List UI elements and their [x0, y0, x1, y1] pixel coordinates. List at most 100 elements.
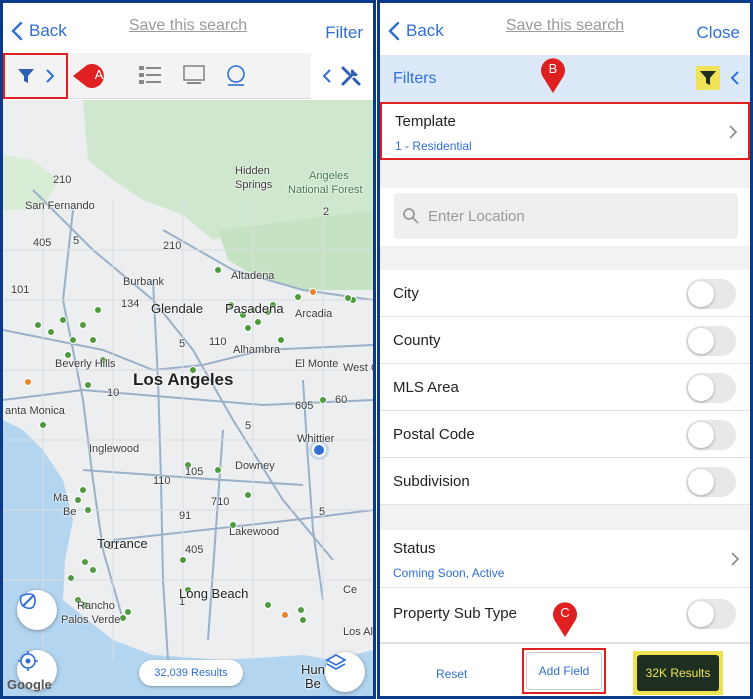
map-place-label: Palos Verde — [61, 614, 121, 626]
map-screen: Back Save this search Filter A 210 405 5… — [0, 0, 376, 699]
route-shield: 405 — [185, 544, 204, 556]
county-toggle[interactable] — [686, 326, 736, 356]
map-place-label: Torrance — [97, 536, 148, 551]
route-shield: 60 — [335, 394, 348, 406]
map-place-label: Lakewood — [229, 526, 280, 538]
map-pin-view-icon[interactable] — [225, 65, 247, 87]
map-place-label: Springs — [235, 179, 273, 191]
gallery-view-icon[interactable] — [183, 65, 205, 85]
search-icon — [403, 208, 419, 224]
subdivision-toggle[interactable] — [686, 467, 736, 497]
route-shield: 110 — [153, 475, 171, 487]
location-input[interactable] — [428, 207, 728, 225]
route-shield: 5 — [319, 506, 326, 518]
draw-shape-icon — [19, 593, 36, 610]
chevron-right-icon — [729, 125, 738, 139]
map-place-label: anta Monica — [5, 405, 65, 417]
reset-button[interactable]: Reset — [436, 667, 467, 681]
map-layers-button[interactable] — [325, 652, 365, 692]
toggle-row-county: County — [380, 317, 750, 364]
map-place-label: Long Beach — [179, 586, 249, 601]
route-shield: 605 — [295, 400, 314, 412]
filter-button[interactable]: Filter — [325, 23, 363, 43]
toggle-label: MLS Area — [393, 379, 459, 396]
funnel-icon — [17, 69, 34, 83]
toggle-label: Property Sub Type — [393, 605, 517, 622]
toggle-row-subdivision: Subdivision — [380, 458, 750, 505]
status-row[interactable]: Status Coming Soon, Active — [380, 530, 750, 588]
map-place-label: Alhambra — [233, 344, 281, 356]
property-sub-type-toggle[interactable] — [686, 599, 736, 629]
map-place-label: Ce — [343, 584, 358, 596]
map-place-label: West C — [343, 362, 373, 374]
route-shield: 5 — [73, 235, 80, 247]
layers-icon — [325, 654, 347, 670]
results-count-pill[interactable]: 32,039 Results — [139, 660, 243, 686]
route-shield: 2 — [323, 206, 330, 218]
map-place-label: Beverly Hills — [55, 358, 116, 370]
back-button[interactable]: Back — [388, 21, 444, 41]
crosshair-icon — [18, 651, 38, 671]
route-shield: 134 — [121, 298, 140, 310]
map-place-label: Inglewood — [89, 443, 140, 455]
map-place-label: Rancho — [77, 600, 115, 612]
status-value: Coming Soon, Active — [393, 566, 505, 580]
map-place-label: Downey — [235, 460, 275, 472]
route-shield: 101 — [11, 284, 30, 296]
map-place-label: National Forest — [288, 184, 363, 196]
back-button[interactable]: Back — [11, 21, 67, 41]
add-field-button[interactable]: Add Field — [525, 652, 603, 690]
template-row[interactable]: Template 1 - Residential — [380, 102, 750, 160]
template-value: 1 - Residential — [395, 139, 472, 153]
toggle-row-mls-area: MLS Area — [380, 364, 750, 411]
map-place-label: Los Angeles — [133, 370, 234, 389]
filters-header: Back Save this search Close — [380, 3, 750, 53]
map-toolbar: A — [3, 53, 373, 99]
map-place-label: Altadena — [231, 270, 275, 282]
location-search[interactable] — [394, 193, 738, 239]
map-place-label: Los Al — [343, 626, 373, 638]
postal-code-toggle[interactable] — [686, 420, 736, 450]
filters-footer: Reset Add Field 32K Results — [380, 643, 750, 696]
map-place-label: Burbank — [123, 276, 164, 288]
map-place-label: Angeles — [309, 170, 349, 182]
back-label: Back — [406, 21, 444, 40]
route-shield: 105 — [185, 466, 204, 478]
list-view-icon[interactable] — [139, 65, 161, 85]
filters-title: Filters — [393, 70, 437, 87]
map-place-label: Ma — [53, 492, 69, 504]
route-shield: 405 — [33, 237, 52, 249]
chevron-left-icon[interactable] — [730, 70, 740, 86]
view-results-button[interactable]: 32K Results — [637, 655, 719, 691]
results-highlight: 32K Results — [633, 651, 723, 695]
filter-toggle-button[interactable] — [3, 53, 68, 99]
section-gap — [380, 160, 750, 188]
toggle-label: County — [393, 332, 441, 349]
route-shield: 110 — [209, 336, 227, 348]
chevron-right-icon — [45, 69, 54, 83]
close-button[interactable]: Close — [697, 23, 740, 43]
city-toggle[interactable] — [686, 279, 736, 309]
route-shield: 10 — [107, 387, 120, 399]
route-shield: 5 — [179, 338, 186, 350]
mls-area-toggle[interactable] — [686, 373, 736, 403]
map-view[interactable]: 210 405 5 210 2 134 101 110 5 10 605 60 … — [3, 100, 373, 696]
toggle-row-city: City — [380, 270, 750, 317]
toggle-row-postal-code: Postal Code — [380, 411, 750, 458]
map-place-label: El Monte — [295, 358, 339, 370]
annotation-marker-c: C — [552, 599, 578, 639]
route-shield: 210 — [163, 240, 182, 252]
back-label: Back — [29, 21, 67, 40]
map-place-label: Be — [305, 676, 321, 691]
map-place-label: San Fernando — [25, 200, 95, 212]
map-header: Back Save this search Filter — [3, 3, 373, 53]
tools-toggle-button[interactable] — [311, 53, 373, 99]
draw-search-button[interactable] — [17, 590, 57, 630]
map-place-label: Hidden — [235, 165, 270, 177]
filter-panel-toggle[interactable] — [696, 66, 720, 90]
route-shield: 91 — [179, 510, 192, 522]
toggle-label: Subdivision — [393, 473, 470, 490]
annotation-marker-b: B — [540, 55, 566, 95]
map-place-label: Hun — [301, 662, 325, 677]
route-shield: 5 — [245, 420, 252, 432]
